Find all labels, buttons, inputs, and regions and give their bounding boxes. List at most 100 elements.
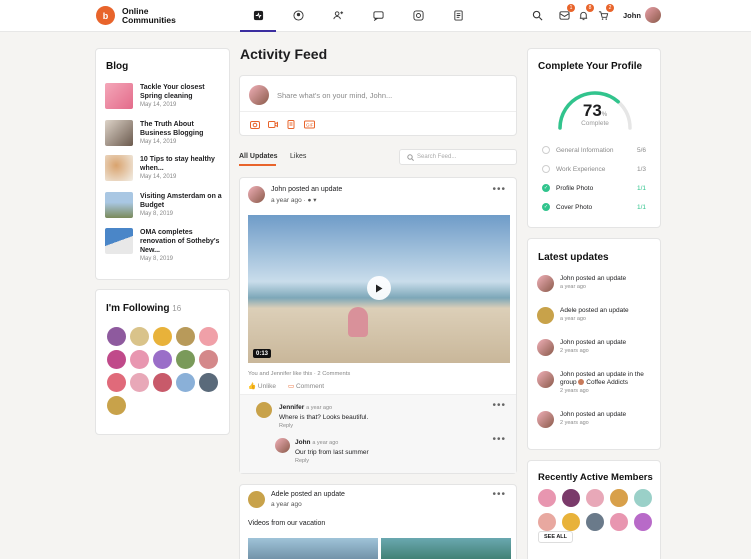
member-avatar[interactable] — [562, 489, 580, 507]
profile-item[interactable]: Work Experience 1/3 — [542, 165, 646, 173]
comments-count[interactable]: 2 Comments — [317, 371, 350, 377]
member-avatar[interactable] — [562, 513, 580, 531]
reply-link[interactable]: Reply — [295, 457, 369, 466]
likes-text[interactable]: You and Jennifer like this — [248, 371, 312, 377]
update-item[interactable]: John posted an update 2 years ago — [537, 339, 626, 356]
update-item[interactable]: John posted an update in the group Coffe… — [537, 371, 654, 395]
following-avatar[interactable] — [130, 373, 149, 392]
see-all-button[interactable]: SEE ALL — [538, 531, 574, 543]
documents-icon[interactable] — [452, 9, 464, 21]
more-options-icon[interactable]: ••• — [492, 489, 506, 500]
following-avatar[interactable] — [199, 373, 218, 392]
update-avatar[interactable] — [537, 371, 554, 388]
forums-icon[interactable] — [372, 9, 384, 21]
user-name[interactable]: John — [623, 11, 641, 20]
update-text[interactable]: Adele posted an update — [560, 307, 629, 315]
gif-icon[interactable]: GIF — [304, 120, 315, 129]
post-author-line[interactable]: John posted an update — [271, 186, 342, 193]
video-icon[interactable] — [268, 120, 278, 129]
following-avatar[interactable] — [107, 350, 126, 369]
blog-item[interactable]: The Truth About Business Blogging May 14,… — [105, 120, 222, 146]
member-avatar[interactable] — [610, 513, 628, 531]
update-avatar[interactable] — [537, 411, 554, 428]
profile-item[interactable]: ✓ Cover Photo 1/1 — [542, 203, 646, 211]
logo-icon[interactable]: b — [96, 6, 115, 25]
update-item[interactable]: Adele posted an update a year ago — [537, 307, 629, 324]
following-avatar[interactable] — [107, 327, 126, 346]
comment-options-icon[interactable]: ••• — [492, 400, 506, 411]
member-avatar[interactable] — [586, 489, 604, 507]
blog-item-title[interactable]: 10 Tips to stay healthy when... — [140, 155, 222, 173]
member-avatar[interactable] — [634, 489, 652, 507]
user-avatar[interactable] — [645, 7, 661, 23]
member-avatar[interactable] — [610, 489, 628, 507]
blog-thumbnail[interactable] — [105, 83, 133, 109]
following-avatar[interactable] — [176, 350, 195, 369]
blog-item-title[interactable]: Visiting Amsterdam on a Budget — [140, 192, 222, 210]
activity-icon[interactable] — [252, 9, 264, 21]
tab-likes[interactable]: Likes — [290, 153, 306, 160]
cart-icon[interactable]: 2 — [597, 4, 614, 21]
member-avatar[interactable] — [538, 489, 556, 507]
post-author-avatar[interactable] — [248, 491, 265, 508]
search-icon[interactable] — [531, 9, 543, 21]
post-author-avatar[interactable] — [248, 186, 265, 203]
blog-item[interactable]: 10 Tips to stay healthy when... May 14, 2… — [105, 155, 222, 181]
comment-button[interactable]: ▭ Comment — [288, 382, 324, 390]
profile-item[interactable]: General Information 5/6 — [542, 146, 646, 154]
following-avatar[interactable] — [130, 350, 149, 369]
post-video-thumb[interactable] — [381, 538, 511, 559]
feed-search-input[interactable]: Search Feed... — [417, 154, 456, 160]
following-avatar[interactable] — [107, 396, 126, 415]
blog-item-title[interactable]: Tackle Your closest Spring cleaning — [140, 83, 222, 101]
blog-item-title[interactable]: The Truth About Business Blogging — [140, 120, 222, 138]
member-avatar[interactable] — [538, 513, 556, 531]
blog-item-title[interactable]: OMA completes renovation of Sotheby's Ne… — [140, 228, 224, 255]
following-avatar[interactable] — [153, 373, 172, 392]
blog-thumbnail[interactable] — [105, 192, 133, 218]
following-avatar[interactable] — [130, 327, 149, 346]
blog-thumbnail[interactable] — [105, 155, 133, 181]
play-icon[interactable] — [367, 276, 391, 300]
comment-avatar[interactable] — [256, 402, 272, 418]
group-name[interactable]: Coffee Addicts — [586, 379, 628, 386]
update-avatar[interactable] — [537, 339, 554, 356]
reply-link[interactable]: Reply — [279, 422, 368, 431]
profile-item[interactable]: ✓ Profile Photo 1/1 — [542, 184, 646, 192]
update-item[interactable]: John posted an update 2 years ago — [537, 411, 626, 428]
following-avatar[interactable] — [107, 373, 126, 392]
blog-item[interactable]: Tackle Your closest Spring cleaning May 1… — [105, 83, 222, 109]
members-icon[interactable] — [332, 9, 344, 21]
reply-avatar[interactable] — [275, 438, 290, 453]
update-text[interactable]: John posted an update — [560, 275, 626, 283]
post-video[interactable]: 0:13 — [248, 215, 510, 363]
photos-icon[interactable] — [412, 9, 424, 21]
member-avatar[interactable] — [586, 513, 604, 531]
comment-options-icon[interactable]: ••• — [492, 434, 506, 445]
update-text[interactable]: John posted an update — [560, 411, 626, 419]
more-options-icon[interactable]: ••• — [492, 184, 506, 195]
following-avatar[interactable] — [176, 373, 195, 392]
post-author-line[interactable]: Adele posted an update — [271, 491, 345, 498]
update-text[interactable]: John posted an update — [560, 339, 626, 347]
blog-thumbnail[interactable] — [105, 228, 133, 254]
messages-icon[interactable]: 1 — [558, 4, 575, 21]
unlike-button[interactable]: 👍 Unlike — [248, 382, 276, 390]
blog-item[interactable]: Visiting Amsterdam on a Budget May 8, 201… — [105, 192, 222, 218]
camera-icon[interactable] — [250, 120, 260, 129]
following-avatar[interactable] — [153, 350, 172, 369]
profile-icon[interactable] — [292, 9, 304, 21]
following-avatar[interactable] — [176, 327, 195, 346]
document-icon[interactable] — [286, 120, 296, 129]
tab-all-updates[interactable]: All Updates — [239, 153, 278, 160]
blog-item[interactable]: OMA completes renovation of Sotheby's Ne… — [105, 228, 224, 262]
update-avatar[interactable] — [537, 307, 554, 324]
comment-author[interactable]: Jennifer — [279, 404, 304, 411]
feed-search[interactable]: Search Feed... — [399, 149, 517, 165]
update-avatar[interactable] — [537, 275, 554, 292]
post-video-thumb[interactable] — [248, 538, 378, 559]
member-avatar[interactable] — [634, 513, 652, 531]
chevron-down-icon[interactable]: ▾ — [313, 197, 316, 204]
blog-thumbnail[interactable] — [105, 120, 133, 146]
composer-input[interactable]: Share what's on your mind, John... — [277, 91, 392, 100]
